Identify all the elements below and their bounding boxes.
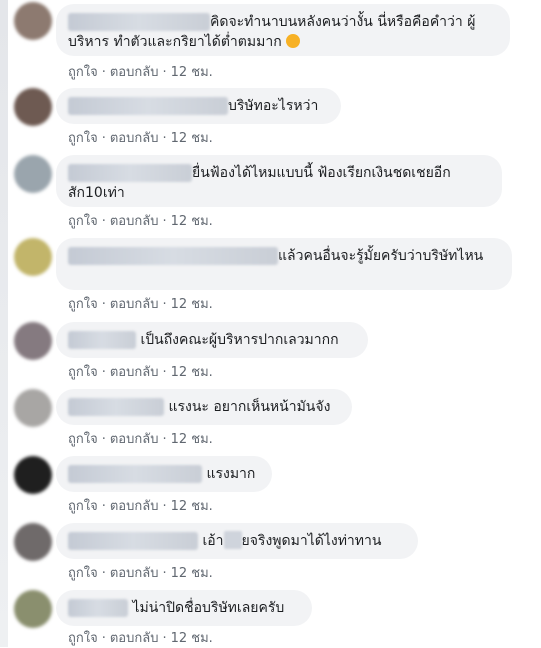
comment-actions: ถูกใจ · ตอบกลับ · 12 ชม. [68,361,213,382]
comment-bubble: แล้วคนอื่นจะรู้มั้ยครับว่าบริษัทไหน [56,238,512,290]
angry-face-icon [286,34,301,48]
like-button[interactable]: ถูกใจ [68,65,98,80]
avatar[interactable] [14,2,52,40]
avatar[interactable] [14,155,52,193]
comment-bubble: เป็นถึงคณะผู้บริหารปากเลวมากก [56,322,368,358]
separator: · [101,65,106,80]
avatar[interactable] [14,238,52,276]
reply-button[interactable]: ตอบกลับ [110,65,159,80]
comment-text: แรงนะ อยากเห็นหน้ามันจัง [168,399,331,415]
avatar[interactable] [14,88,52,126]
commenter-name-blurred[interactable] [68,599,128,617]
redacted-word-blur [223,531,242,549]
timestamp[interactable]: 12 ชม. [171,432,213,447]
timestamp[interactable]: 12 ชม. [171,499,213,514]
reply-button[interactable]: ตอบกลับ [110,131,159,146]
like-button[interactable]: ถูกใจ [68,432,98,447]
commenter-name-blurred[interactable] [68,465,202,483]
separator: · [162,499,167,514]
like-button[interactable]: ถูกใจ [68,131,98,146]
separator: · [162,365,167,380]
avatar[interactable] [14,456,52,494]
like-button[interactable]: ถูกใจ [68,566,98,581]
timestamp[interactable]: 12 ชม. [171,297,213,312]
reply-button[interactable]: ตอบกลับ [110,365,159,380]
comment-bubble: ยื่นฟ้องได้ไหมแบบนี้ ฟ้องเรียกเงินชดเชยอ… [56,155,502,207]
like-button[interactable]: ถูกใจ [68,365,98,380]
reply-button[interactable]: ตอบกลับ [110,566,159,581]
avatar[interactable] [14,389,52,427]
reply-button[interactable]: ตอบกลับ [110,432,159,447]
separator: · [162,566,167,581]
commenter-name-blurred[interactable] [68,247,278,265]
comment-bubble: บริษัทอะไรหว่า [56,88,341,124]
comment-actions: ถูกใจ · ตอบกลับ · 12 ชม. [68,210,213,231]
comment-bubble: เอ้า ยจริงพูดมาได้ไงท่าทาน [56,523,418,559]
comment-actions: ถูกใจ · ตอบกลับ · 12 ชม. [68,428,213,449]
comment-bubble: ไม่น่าปิดชื่อบริษัทเลยครับ [56,590,312,626]
avatar[interactable] [14,322,52,360]
comment-text: แรงมาก [206,466,256,482]
avatar[interactable] [14,523,52,561]
separator: · [101,432,106,447]
reply-button[interactable]: ตอบกลับ [110,297,159,312]
commenter-name-blurred[interactable] [68,398,164,416]
separator: · [101,131,106,146]
avatar[interactable] [14,590,52,628]
separator: · [101,499,106,514]
comment-actions: ถูกใจ · ตอบกลับ · 12 ชม. [68,562,213,583]
like-button[interactable]: ถูกใจ [68,499,98,514]
reply-button[interactable]: ตอบกลับ [110,631,159,646]
timestamp[interactable]: 12 ชม. [171,214,213,229]
avatar-strip [0,0,8,647]
comment-text: ไม่น่าปิดชื่อบริษัทเลยครับ [132,600,285,616]
comment-actions: ถูกใจ · ตอบกลับ · 12 ชม. [68,61,213,82]
separator: · [101,631,106,646]
separator: · [101,214,106,229]
comment-text-part: ยจริงพูดมาได้ไงท่าทาน [241,533,382,549]
reply-button[interactable]: ตอบกลับ [110,499,159,514]
commenter-name-blurred[interactable] [68,164,192,182]
separator: · [162,214,167,229]
commenter-name-blurred[interactable] [68,331,136,349]
separator: · [162,65,167,80]
separator: · [162,297,167,312]
separator: · [162,131,167,146]
commenter-name-blurred[interactable] [68,13,210,31]
like-button[interactable]: ถูกใจ [68,214,98,229]
timestamp[interactable]: 12 ชม. [171,566,213,581]
comment-actions: ถูกใจ · ตอบกลับ · 12 ชม. [68,627,213,648]
timestamp[interactable]: 12 ชม. [171,631,213,646]
like-button[interactable]: ถูกใจ [68,631,98,646]
comment-actions: ถูกใจ · ตอบกลับ · 12 ชม. [68,127,213,148]
separator: · [101,297,106,312]
comment-text: เป็นถึงคณะผู้บริหารปากเลวมากก [140,332,339,348]
timestamp[interactable]: 12 ชม. [171,65,213,80]
separator: · [101,365,106,380]
comment-text: บริษัทอะไรหว่า [228,98,319,114]
commenter-name-blurred[interactable] [68,532,198,550]
reply-button[interactable]: ตอบกลับ [110,214,159,229]
separator: · [101,566,106,581]
separator: · [162,631,167,646]
comment-text: แล้วคนอื่นจะรู้มั้ยครับว่าบริษัทไหน [278,248,484,264]
separator: · [162,432,167,447]
like-button[interactable]: ถูกใจ [68,297,98,312]
timestamp[interactable]: 12 ชม. [171,365,213,380]
commenter-name-blurred[interactable] [68,97,228,115]
comment-bubble: แรงมาก [56,456,272,492]
comment-actions: ถูกใจ · ตอบกลับ · 12 ชม. [68,293,213,314]
comment-bubble: คิดจะทำนาบนหลังคนว่างั้น นี่หรือคือคำว่า… [56,4,510,56]
comment-text-part: เอ้า [202,533,224,549]
comment-bubble: แรงนะ อยากเห็นหน้ามันจัง [56,389,352,425]
comment-thread: คิดจะทำนาบนหลังคนว่างั้น นี่หรือคือคำว่า… [0,0,541,647]
timestamp[interactable]: 12 ชม. [171,131,213,146]
comment-actions: ถูกใจ · ตอบกลับ · 12 ชม. [68,495,213,516]
